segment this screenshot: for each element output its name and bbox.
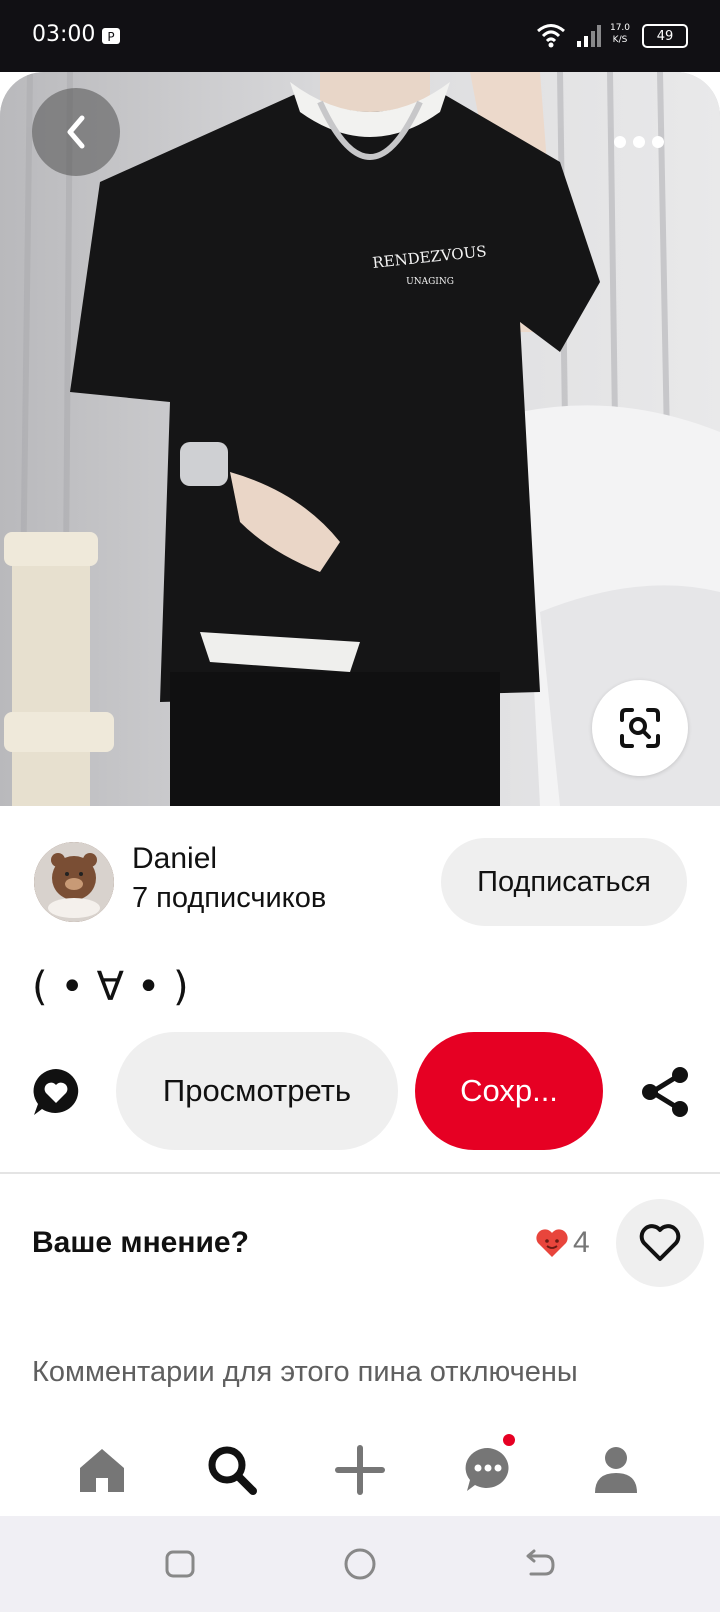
comments-disabled-notice: Комментарии для этого пина отключены (32, 1356, 578, 1388)
avatar[interactable] (34, 842, 114, 922)
back-button[interactable] (32, 88, 120, 176)
search-icon (208, 1446, 257, 1495)
nav-profile[interactable] (588, 1442, 644, 1498)
notification-app-icon: P (102, 28, 120, 44)
heart-reaction-icon (536, 1229, 568, 1257)
dot-icon (614, 136, 626, 148)
wifi-icon (537, 24, 565, 48)
battery-icon: 49 (642, 24, 688, 48)
back-arrow-icon (526, 1549, 555, 1576)
system-back-button[interactable] (520, 1544, 560, 1584)
follower-count: 7 подписчиков (132, 882, 327, 914)
view-button[interactable]: Просмотреть (116, 1032, 398, 1150)
status-bar: 03:00 P 17.0 K/S 49 (0, 0, 720, 72)
home-icon (80, 1449, 124, 1492)
comment-reaction-icon[interactable] (30, 1066, 82, 1118)
nav-home[interactable] (74, 1442, 130, 1498)
divider (0, 1172, 720, 1174)
visual-search-button[interactable] (592, 680, 688, 776)
follow-button[interactable]: Подписаться (441, 838, 687, 926)
nav-messages[interactable] (460, 1442, 516, 1498)
system-home-button[interactable] (340, 1544, 380, 1584)
heart-outline-icon (639, 1224, 681, 1261)
signal-icon (577, 25, 601, 47)
status-time: 03:00 (32, 22, 96, 47)
chevron-left-icon (67, 115, 85, 149)
save-button[interactable]: Сохр... (415, 1032, 603, 1150)
battery-level: 49 (656, 28, 674, 44)
like-button[interactable] (616, 1199, 704, 1287)
nav-search[interactable] (204, 1442, 260, 1498)
system-nav-bar (0, 1516, 720, 1612)
nav-create[interactable] (332, 1442, 388, 1498)
recents-icon (165, 1550, 195, 1578)
reaction-count[interactable]: 4 (573, 1226, 590, 1260)
dot-icon (633, 136, 645, 148)
shirt-print-subtext: UNAGING (406, 277, 454, 287)
opinion-prompt: Ваше мнение? (32, 1226, 249, 1259)
chat-icon (465, 1447, 509, 1491)
network-speed: 17.0 K/S (609, 23, 631, 45)
lens-search-icon (620, 708, 660, 748)
bear-avatar-icon (34, 842, 114, 922)
notification-dot (503, 1434, 515, 1446)
recents-button[interactable] (160, 1544, 200, 1584)
more-options-button[interactable] (600, 122, 678, 162)
profile-icon (595, 1447, 637, 1493)
svg-text:P: P (107, 30, 114, 44)
creator-name[interactable]: Daniel (132, 842, 217, 876)
pin-title: ( • ∀ • ) (32, 964, 189, 1010)
dot-icon (652, 136, 664, 148)
home-circle-icon (344, 1548, 376, 1580)
plus-icon (335, 1445, 385, 1495)
bottom-nav (0, 1416, 720, 1516)
share-icon[interactable] (640, 1066, 690, 1118)
